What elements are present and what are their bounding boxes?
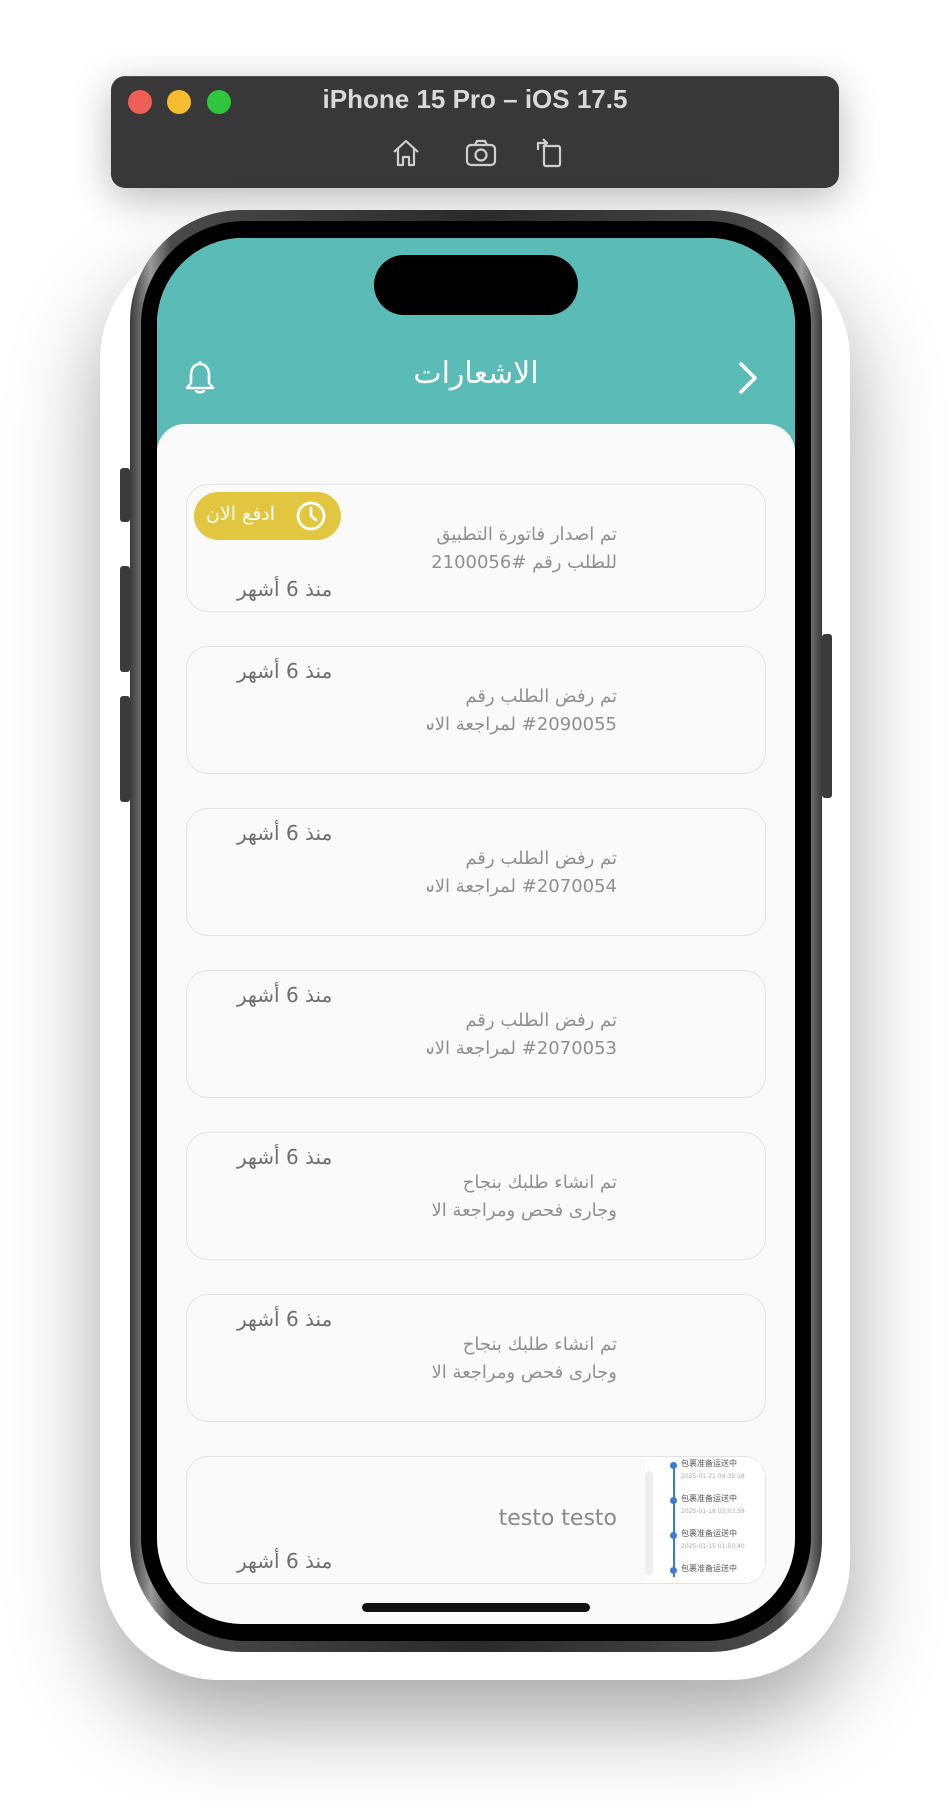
rotate-icon[interactable]	[532, 136, 566, 170]
notification-card[interactable]: ادفع الان تم اصدار فاتورة التطبيق للطلب …	[186, 484, 766, 612]
notification-time: منذ 6 أشهر	[237, 983, 333, 1007]
volume-up-button	[120, 566, 130, 672]
page-title: الاشعارات	[413, 356, 539, 391]
timeline-dot	[670, 1567, 677, 1574]
notification-time: منذ 6 أشهر	[237, 1549, 333, 1573]
notification-message: تم رفض الطلب رقم #2070054 لمراجعة الاس	[427, 845, 617, 901]
message-line: تم رفض الطلب رقم	[465, 686, 617, 707]
timeline-label: 包裹准备运送中	[681, 1494, 737, 1503]
timeline-timestamp: 2025-01-15 01:50:40	[681, 1543, 745, 1550]
message-line: تم اصدار فاتورة التطبيق	[436, 524, 617, 545]
timeline-dot	[670, 1497, 677, 1504]
screenshot-icon[interactable]	[464, 136, 498, 170]
timeline-label: 包裹准备运送中	[681, 1459, 737, 1468]
message-line: #2070053 لمراجعة الاس	[427, 1038, 617, 1059]
clock-icon	[295, 500, 327, 532]
home-icon[interactable]	[389, 136, 423, 170]
notification-card[interactable]: منذ 6 أشهر تم انشاء طلبك بنجاح وجارى فحص…	[186, 1132, 766, 1260]
notification-message: testo testo	[427, 1505, 617, 1533]
power-button	[822, 634, 832, 798]
message-line: #2090055 لمراجعة الاس	[427, 714, 617, 735]
volume-down-button	[120, 696, 130, 802]
action-button	[120, 468, 130, 522]
timeline-timestamp: 2025-01-18 05:03:59	[681, 1508, 745, 1515]
notification-time: منذ 6 أشهر	[237, 1145, 333, 1169]
message-line: testo testo	[498, 1506, 617, 1531]
message-line: #2070054 لمراجعة الاس	[427, 876, 617, 897]
timeline-dot	[670, 1532, 677, 1539]
notification-card[interactable]: منذ 6 أشهر تم رفض الطلب رقم #2070054 لمر…	[186, 808, 766, 936]
timeline-label: 包裹准备运送中	[681, 1564, 737, 1573]
app-header: الاشعارات	[157, 238, 795, 448]
notification-card[interactable]: منذ 6 أشهر تم رفض الطلب رقم #2090055 لمر…	[186, 646, 766, 774]
notification-card[interactable]: منذ 6 أشهر تم انشاء طلبك بنجاح وجارى فحص…	[186, 1294, 766, 1422]
message-line: تم رفض الطلب رقم	[465, 848, 617, 869]
pay-now-label: ادفع الان	[206, 503, 276, 525]
simulator-title: iPhone 15 Pro – iOS 17.5	[322, 84, 628, 114]
message-line: تم رفض الطلب رقم	[465, 1010, 617, 1031]
notification-card[interactable]: 包裹准备运送中 2025-01-21 04:39:18 包裹准备运送中 2025…	[186, 1456, 766, 1584]
timeline-line	[673, 1463, 675, 1577]
notification-message: تم انشاء طلبك بنجاح وجارى فحص ومراجعة ال…	[427, 1331, 617, 1387]
notification-message: تم رفض الطلب رقم #2070053 لمراجعة الاس	[427, 1007, 617, 1063]
message-line: وجارى فحص ومراجعة الا	[431, 1200, 617, 1221]
phone-screen: الاشعارات ادفع الان تم اصدار فاتورة التط…	[157, 238, 795, 1624]
notification-time: منذ 6 أشهر	[237, 659, 333, 683]
message-line: وجارى فحص ومراجعة الا	[431, 1362, 617, 1383]
thumbnail-edge	[645, 1471, 653, 1575]
notification-time: منذ 6 أشهر	[237, 821, 333, 845]
message-line: تم انشاء طلبك بنجاح	[462, 1334, 617, 1355]
home-indicator[interactable]	[362, 1603, 590, 1612]
notification-message: تم انشاء طلبك بنجاح وجارى فحص ومراجعة ال…	[427, 1169, 617, 1225]
timeline-timestamp: 2025-01-21 04:39:18	[681, 1473, 745, 1480]
chevron-right-icon[interactable]	[731, 360, 763, 396]
notification-time: منذ 6 أشهر	[237, 1307, 333, 1331]
pay-now-button[interactable]: ادفع الان	[194, 492, 341, 540]
notification-message: تم اصدار فاتورة التطبيق للطلب رقم #21000…	[427, 521, 617, 577]
notification-card[interactable]: منذ 6 أشهر تم رفض الطلب رقم #2070053 لمر…	[186, 970, 766, 1098]
notification-time: منذ 6 أشهر	[237, 577, 333, 601]
dynamic-island	[374, 255, 578, 315]
message-line: تم انشاء طلبك بنجاح	[462, 1172, 617, 1193]
notifications-list: ادفع الان تم اصدار فاتورة التطبيق للطلب …	[157, 424, 795, 1624]
timeline-dot	[670, 1462, 677, 1469]
notification-thumbnail: 包裹准备运送中 2025-01-21 04:39:18 包裹准备运送中 2025…	[645, 1457, 765, 1583]
notification-message: تم رفض الطلب رقم #2090055 لمراجعة الاس	[427, 683, 617, 739]
message-line: للطلب رقم #2100056 ،	[427, 552, 617, 573]
timeline-label: 包裹准备运送中	[681, 1529, 737, 1538]
